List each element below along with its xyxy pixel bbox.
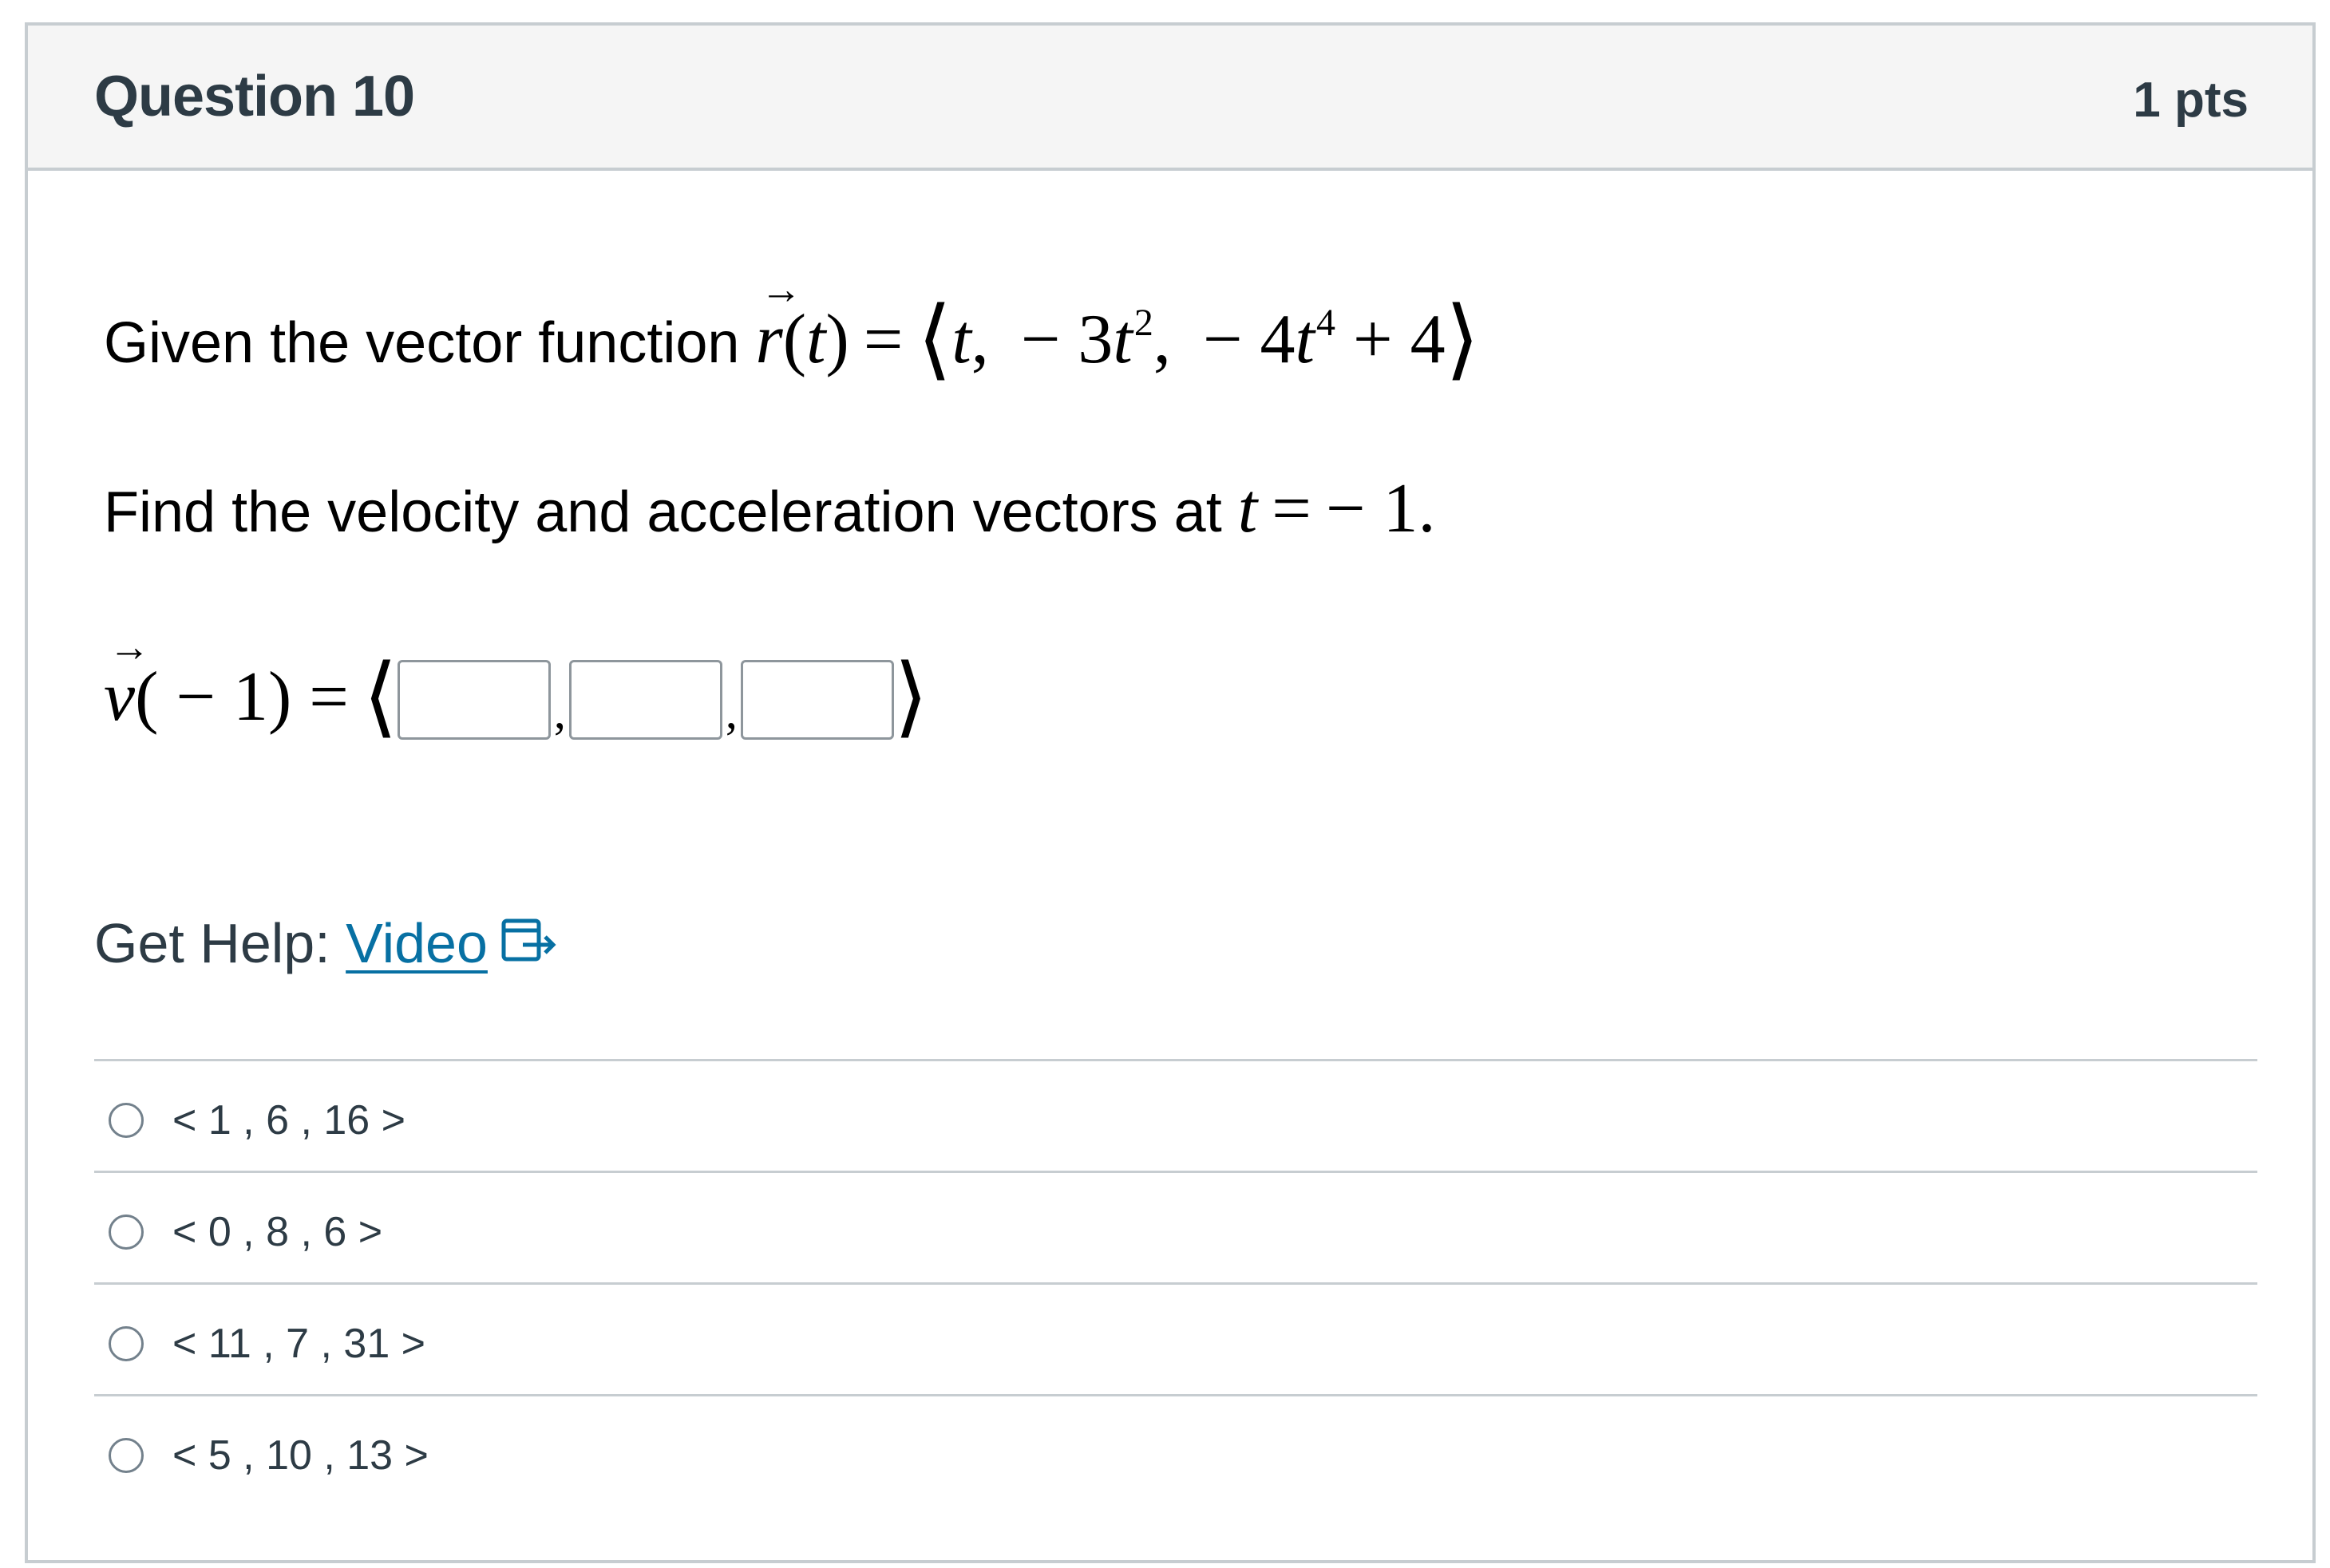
radio-button[interactable]: [109, 1103, 144, 1138]
answer-option[interactable]: < 1 , 6 , 16 >: [94, 1059, 2257, 1171]
t-value: − 1.: [1325, 470, 1436, 547]
input-comma-2: ,: [725, 685, 738, 738]
vector-r: r: [755, 270, 801, 375]
vector-v: v: [104, 627, 150, 733]
question-header: Question 10 1 pts: [28, 26, 2312, 171]
velocity-input-row: v( − 1) = ⟨,, ⟩: [104, 627, 928, 746]
equals-sign: =: [863, 301, 904, 378]
question-title: Question 10: [94, 65, 415, 128]
radio-button[interactable]: [109, 1215, 144, 1250]
velocity-input-1[interactable]: [397, 660, 551, 741]
answer-label[interactable]: < 0 , 8 , 6 >: [172, 1208, 382, 1256]
velocity-left-angle: ⟨: [362, 648, 398, 745]
answer-label[interactable]: < 1 , 6 , 16 >: [172, 1096, 405, 1144]
velocity-right-angle: ⟩: [893, 648, 928, 745]
vector-r-of-t: r(t): [755, 270, 849, 378]
radio-button[interactable]: [109, 1326, 144, 1361]
find-text: Find the velocity and acceleration vecto…: [104, 480, 1238, 544]
left-angle-bracket: ⟨: [917, 290, 952, 388]
answer-label[interactable]: < 5 , 10 , 13 >: [172, 1432, 429, 1479]
t-equals-sign: =: [1272, 470, 1311, 547]
external-link-icon[interactable]: [500, 913, 558, 977]
question-card: Question 10 1 pts Given the vector funct…: [25, 22, 2316, 1563]
prompt-vector-function: Given the vector function r(t) = ⟨t, − 3…: [104, 270, 1480, 383]
component-2: − 3t2,: [1003, 301, 1171, 378]
component-3: − 4t4 + 4: [1185, 301, 1446, 378]
answer-option[interactable]: < 5 , 10 , 13 >: [94, 1394, 2257, 1506]
get-help: Get Help: Video: [94, 911, 558, 980]
velocity-input-2[interactable]: [568, 660, 722, 741]
velocity-label: v( − 1) =: [104, 627, 349, 736]
right-angle-bracket: ⟩: [1445, 290, 1480, 388]
question-points: 1 pts: [2133, 73, 2249, 128]
answer-option[interactable]: < 11 , 7 , 31 >: [94, 1282, 2257, 1394]
t-variable: t: [1237, 470, 1258, 547]
answer-option[interactable]: < 0 , 8 , 6 >: [94, 1171, 2257, 1282]
get-help-label: Get Help:: [94, 912, 346, 974]
input-comma-1: ,: [553, 685, 566, 738]
answer-list: < 1 , 6 , 16 > < 0 , 8 , 6 > < 11 , 7 , …: [94, 1059, 2257, 1506]
radio-button[interactable]: [109, 1438, 144, 1473]
video-link[interactable]: Video: [346, 912, 488, 974]
prompt-intro-text: Given the vector function: [104, 311, 756, 375]
velocity-input-3[interactable]: [740, 660, 894, 741]
component-1: t,: [951, 301, 989, 378]
answer-label[interactable]: < 11 , 7 , 31 >: [172, 1320, 425, 1368]
prompt-find-line: Find the velocity and acceleration vecto…: [104, 474, 1435, 544]
